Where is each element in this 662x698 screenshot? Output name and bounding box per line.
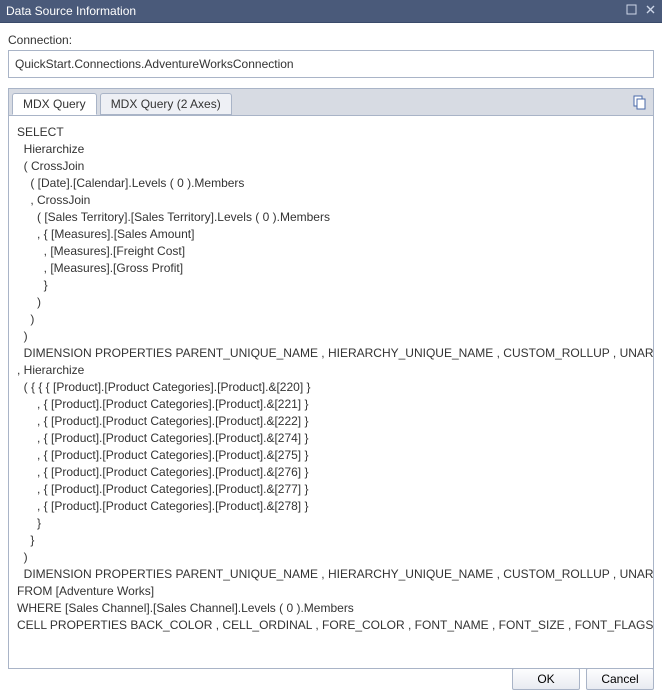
dialog-button-row: OK Cancel: [512, 668, 654, 690]
connection-value: QuickStart.Connections.AdventureWorksCon…: [15, 57, 294, 71]
connection-field[interactable]: QuickStart.Connections.AdventureWorksCon…: [8, 50, 654, 78]
tab-strip: MDX Query MDX Query (2 Axes): [8, 88, 654, 116]
connection-label: Connection:: [8, 33, 654, 47]
cancel-button[interactable]: Cancel: [586, 668, 654, 690]
dialog-content: Connection: QuickStart.Connections.Adven…: [0, 23, 662, 669]
ok-button[interactable]: OK: [512, 668, 580, 690]
tab-strip-actions: [631, 94, 647, 110]
copy-icon[interactable]: [631, 94, 647, 110]
query-text: SELECT Hierarchize ( CrossJoin ( [Date].…: [17, 125, 654, 632]
tab-label: MDX Query: [23, 97, 86, 111]
tab-label: MDX Query (2 Axes): [111, 97, 221, 111]
query-textarea[interactable]: SELECT Hierarchize ( CrossJoin ( [Date].…: [8, 115, 654, 669]
tab-mdx-query-2-axes[interactable]: MDX Query (2 Axes): [100, 93, 232, 115]
close-icon[interactable]: [645, 0, 656, 22]
maximize-icon[interactable]: [626, 0, 637, 22]
window-title: Data Source Information: [6, 0, 136, 22]
tab-mdx-query[interactable]: MDX Query: [12, 93, 97, 115]
window-titlebar: Data Source Information: [0, 0, 662, 23]
window-controls: [626, 0, 656, 22]
